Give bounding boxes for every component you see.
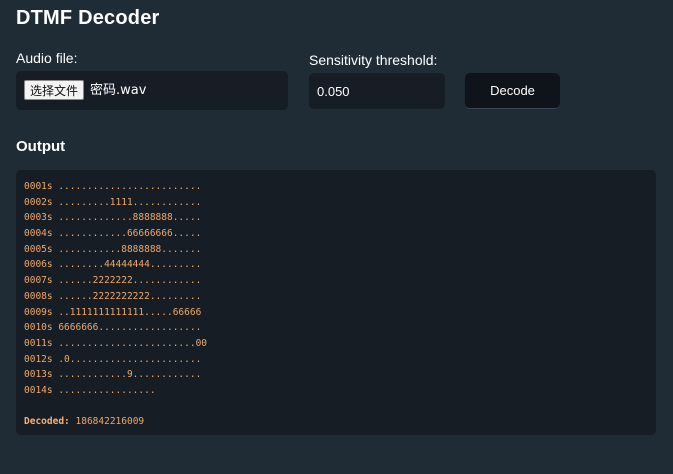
page-title: DTMF Decoder	[16, 7, 160, 29]
output-line: 0013s ............9............	[24, 369, 202, 381]
output-line: 0008s ......2222222222.........	[24, 290, 202, 302]
output-line: 0011s ........................00	[24, 337, 208, 349]
decoded-label: Decoded:	[24, 416, 70, 428]
audio-file-input[interactable]: 选择文件 密码.wav	[16, 71, 288, 110]
output-line: 0003s .............8888888.....	[24, 212, 202, 224]
output-line: 0007s ......2222222............	[24, 275, 202, 287]
sensitivity-label: Sensitivity threshold:	[309, 52, 438, 68]
output-line: 0005s ...........8888888.......	[24, 243, 202, 255]
output-panel: 0001s ......................... 0002s ..…	[16, 170, 656, 435]
output-heading: Output	[16, 138, 66, 155]
output-line: 0010s 6666666..................	[24, 322, 202, 334]
output-line: 0014s .................	[24, 384, 156, 396]
decoded-result: Decoded: 186842216009	[24, 414, 648, 430]
output-line: 0012s .0.......................	[24, 353, 202, 365]
decoded-value: 186842216009	[75, 416, 145, 428]
output-line: 0002s .........1111............	[24, 196, 202, 208]
choose-file-button[interactable]: 选择文件	[24, 80, 85, 100]
selected-file-name: 密码.wav	[90, 83, 147, 98]
sensitivity-threshold-input[interactable]	[309, 73, 445, 109]
output-line: 0009s ..1111111111111.....66666	[24, 306, 202, 318]
output-line: 0006s ........44444444.........	[24, 259, 202, 271]
audio-file-label: Audio file:	[16, 50, 78, 66]
output-line: 0001s .........................	[24, 181, 202, 192]
output-line: 0004s ............66666666.....	[24, 228, 202, 240]
decode-button[interactable]: Decode	[465, 73, 560, 109]
